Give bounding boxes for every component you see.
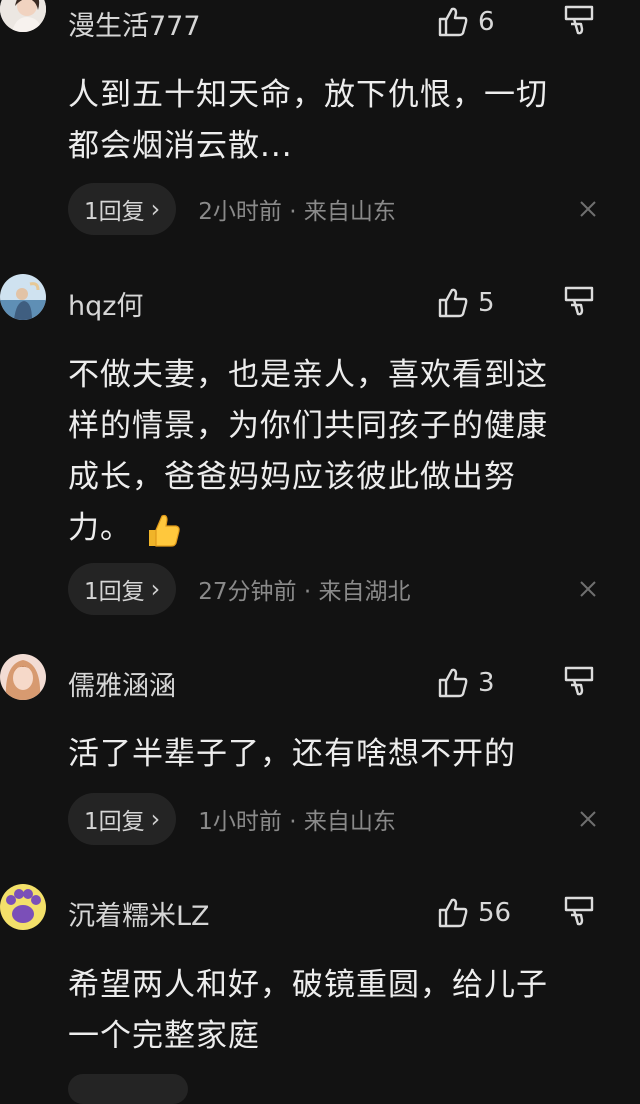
reply-label: 1回复 xyxy=(84,199,145,225)
username[interactable]: 漫生活777 xyxy=(68,4,201,43)
comment-line: 活了半辈子了，还有啥想不开的 xyxy=(68,736,516,772)
like-count: 3 xyxy=(478,668,495,698)
comment-line: 一个完整家庭 xyxy=(68,1018,260,1054)
comment-meta: 1回复 › 2小时前 · 来自山东 xyxy=(68,183,396,235)
timestamp-location: 1小时前 · 来自山东 xyxy=(198,809,396,835)
avatar[interactable] xyxy=(0,654,46,700)
chevron-right-icon: › xyxy=(150,195,161,223)
comment-meta: 1回复 › 27分钟前 · 来自湖北 xyxy=(68,563,410,615)
reply-label: 1回复 xyxy=(84,579,145,605)
username[interactable]: 沉着糯米LZ xyxy=(68,894,210,933)
comment-line-with-emoji: 力。 xyxy=(68,503,598,554)
reply-button[interactable] xyxy=(68,1074,188,1104)
like-count: 5 xyxy=(478,288,495,318)
comment-line: 样的情景，为你们共同孩子的健康 xyxy=(68,408,548,444)
comment-text: 人到五十知天命，放下仇恨，一切 都会烟消云散... xyxy=(68,70,598,172)
thumbs-up-icon xyxy=(438,668,468,698)
close-icon xyxy=(580,201,596,217)
like-count: 6 xyxy=(478,7,495,37)
thumbs-up-icon xyxy=(438,898,468,928)
like-count: 56 xyxy=(478,898,512,928)
close-button[interactable] xyxy=(576,577,600,601)
reply-button[interactable]: 1回复 › xyxy=(68,563,177,615)
chevron-right-icon: › xyxy=(150,575,161,603)
thumbs-down-icon xyxy=(564,286,594,316)
avatar[interactable] xyxy=(0,274,46,320)
comment-line: 不做夫妻，也是亲人，喜欢看到这 xyxy=(68,357,548,393)
avatar[interactable] xyxy=(0,884,46,930)
timestamp-location: 2小时前 · 来自山东 xyxy=(198,199,396,225)
dislike-button[interactable] xyxy=(562,893,598,933)
close-icon xyxy=(580,811,596,827)
reply-button[interactable]: 1回复 › xyxy=(68,793,177,845)
comment-line: 都会烟消云散... xyxy=(68,128,293,164)
timestamp-location: 27分钟前 · 来自湖北 xyxy=(198,579,411,605)
dislike-button[interactable] xyxy=(562,2,598,42)
close-button[interactable] xyxy=(576,197,600,221)
comment-line: 力。 xyxy=(68,510,132,546)
comment-meta: 1回复 › 1小时前 · 来自山东 xyxy=(68,793,396,845)
like-button[interactable]: 56 xyxy=(436,893,511,933)
comment-text: 不做夫妻，也是亲人，喜欢看到这 样的情景，为你们共同孩子的健康 成长，爸爸妈妈应… xyxy=(68,350,598,554)
comment-line: 成长，爸爸妈妈应该彼此做出努 xyxy=(68,459,516,495)
reply-label: 1回复 xyxy=(84,809,145,835)
comment-line: 人到五十知天命，放下仇恨，一切 xyxy=(68,77,548,113)
comment-line: 希望两人和好，破镜重圆，给儿子 xyxy=(68,967,548,1003)
like-button[interactable]: 6 xyxy=(436,2,495,42)
username[interactable]: 儒雅涵涵 xyxy=(68,664,176,703)
comment-text: 活了半辈子了，还有啥想不开的 xyxy=(68,729,598,780)
like-button[interactable]: 3 xyxy=(436,663,495,703)
chevron-right-icon: › xyxy=(150,805,161,833)
comment-text: 希望两人和好，破镜重圆，给儿子 一个完整家庭 xyxy=(68,960,598,1062)
like-button[interactable]: 5 xyxy=(436,283,495,323)
avatar[interactable] xyxy=(0,0,46,32)
thumbs-down-icon xyxy=(564,5,594,35)
thumbs-up-icon xyxy=(438,288,468,318)
thumbs-up-emoji xyxy=(148,514,180,547)
username[interactable]: hqz何 xyxy=(68,284,143,323)
close-button[interactable] xyxy=(576,807,600,831)
close-icon xyxy=(580,581,596,597)
reply-button[interactable]: 1回复 › xyxy=(68,183,177,235)
thumbs-down-icon xyxy=(564,666,594,696)
dislike-button[interactable] xyxy=(562,663,598,703)
thumbs-up-icon xyxy=(438,7,468,37)
thumbs-down-icon xyxy=(564,896,594,926)
dislike-button[interactable] xyxy=(562,283,598,323)
